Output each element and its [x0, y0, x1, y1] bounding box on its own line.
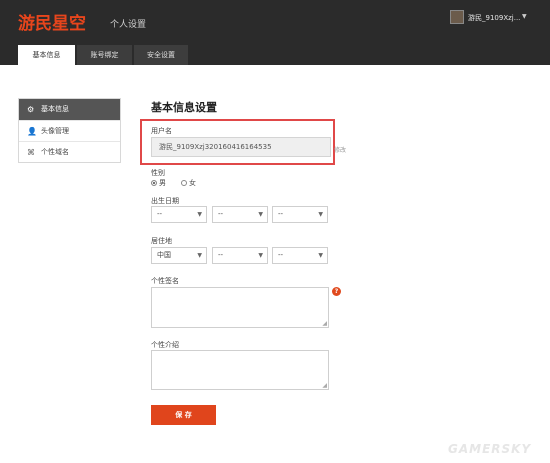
sidebar-item-label: 头像管理	[41, 127, 69, 135]
username-menu[interactable]: 游民_9109Xzj...	[468, 13, 520, 23]
select-value: --	[278, 210, 284, 218]
gender-male-radio[interactable]: 男	[151, 178, 166, 188]
gender-male-label: 男	[159, 179, 166, 187]
residence-label: 居住地	[151, 237, 172, 245]
page-subtitle: 个人设置	[110, 20, 147, 30]
select-value: --	[157, 210, 163, 218]
tab-account-binding[interactable]: 账号绑定	[77, 45, 132, 65]
sidebar-item-label: 个性域名	[41, 148, 69, 156]
username-field: 游民_9109Xzj320160416164535	[151, 137, 331, 157]
chevron-down-icon: ▼	[197, 211, 202, 218]
chevron-down-icon: ▼	[197, 252, 202, 259]
birthday-month-select[interactable]: -- ▼	[212, 206, 268, 223]
residence-province-select[interactable]: -- ▼	[212, 247, 268, 264]
radio-dot[interactable]	[181, 180, 187, 186]
page-title: 基本信息设置	[151, 101, 217, 114]
watermark: GAMERSKY	[448, 442, 532, 456]
tab-security-settings[interactable]: 安全设置	[134, 45, 188, 65]
residence-country-select[interactable]: 中国 ▼	[151, 247, 207, 264]
radio-dot-checked[interactable]	[151, 180, 157, 186]
sidebar-item-domain[interactable]: ⌘ 个性域名	[19, 141, 120, 162]
gender-female-label: 女	[189, 179, 196, 187]
gender-female-radio[interactable]: 女	[181, 178, 196, 188]
intro-label: 个性介绍	[151, 341, 179, 349]
sidebar-item-label: 基本信息	[41, 105, 69, 113]
birthday-label: 出生日期	[151, 197, 179, 205]
help-icon[interactable]: ?	[332, 287, 341, 296]
gender-label: 性别	[151, 169, 165, 177]
domain-icon: ⌘	[27, 148, 35, 157]
sidebar: ⚙ 基本信息 👤 头像管理 ⌘ 个性域名	[18, 98, 121, 163]
resize-grip-icon[interactable]: ◢	[322, 382, 327, 389]
site-logo[interactable]: 游民星空	[18, 9, 86, 34]
tab-basic-info[interactable]: 基本信息	[18, 45, 75, 65]
sidebar-item-basic-info[interactable]: ⚙ 基本信息	[19, 99, 120, 120]
select-value: --	[278, 251, 284, 259]
chevron-down-icon: ▼	[318, 211, 323, 218]
select-value: --	[218, 210, 224, 218]
signature-textarea[interactable]: ◢	[151, 287, 329, 328]
top-bar: 游民星空 个人设置 游民_9109Xzj... ▼ 基本信息 账号绑定 安全设置	[0, 0, 550, 65]
chevron-down-icon: ▼	[318, 252, 323, 259]
resize-grip-icon[interactable]: ◢	[322, 320, 327, 327]
user-icon: 👤	[27, 127, 37, 136]
sidebar-item-avatar[interactable]: 👤 头像管理	[19, 120, 120, 141]
intro-textarea[interactable]: ◢	[151, 350, 329, 390]
chevron-down-icon[interactable]: ▼	[522, 13, 527, 20]
username-label: 用户名	[151, 127, 172, 135]
birthday-day-select[interactable]: -- ▼	[272, 206, 328, 223]
avatar[interactable]	[450, 10, 464, 24]
select-value: 中国	[157, 251, 171, 259]
modify-username-link[interactable]: 修改	[334, 145, 346, 154]
select-value: --	[218, 251, 224, 259]
signature-label: 个性签名	[151, 277, 179, 285]
chevron-down-icon: ▼	[258, 211, 263, 218]
save-button[interactable]: 保 存	[151, 405, 216, 425]
chevron-down-icon: ▼	[258, 252, 263, 259]
birthday-year-select[interactable]: -- ▼	[151, 206, 207, 223]
gear-icon: ⚙	[27, 105, 35, 114]
residence-city-select[interactable]: -- ▼	[272, 247, 328, 264]
